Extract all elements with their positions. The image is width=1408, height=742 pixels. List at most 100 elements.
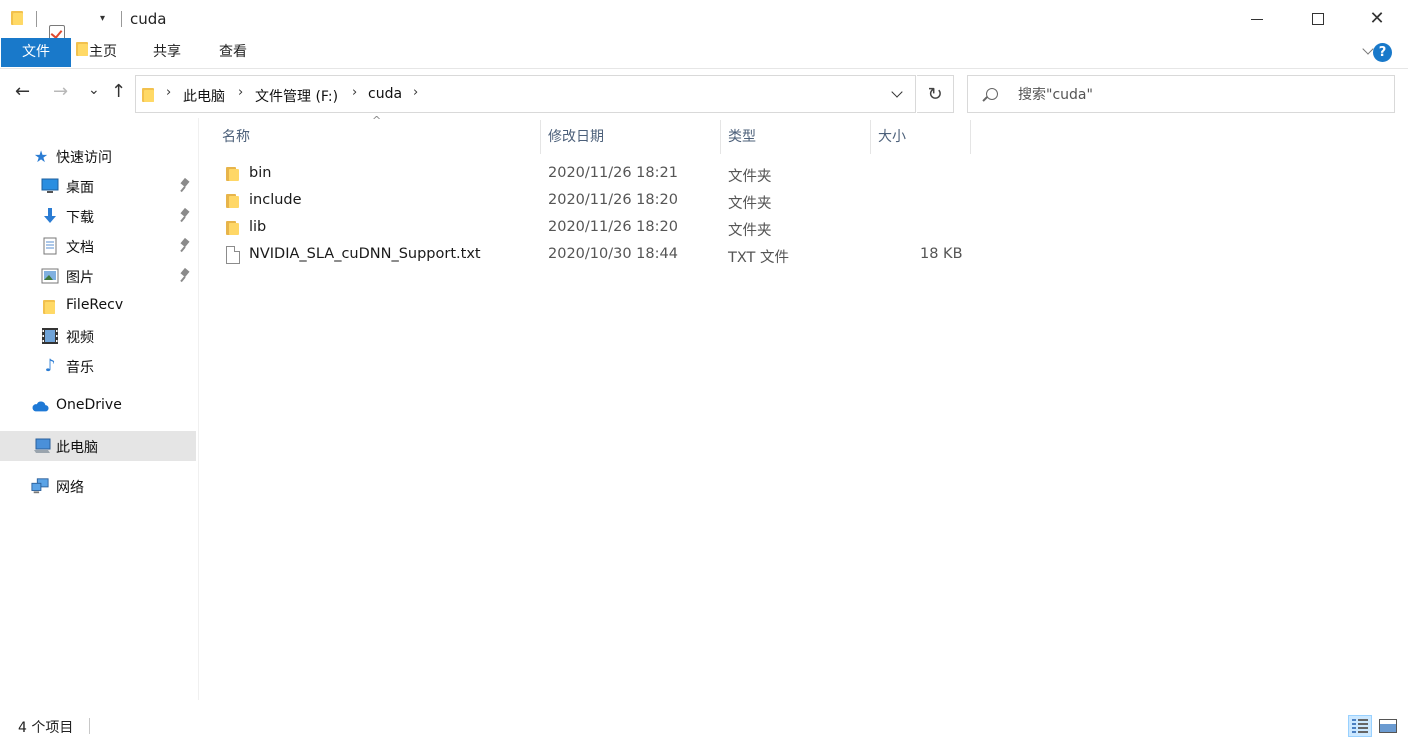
refresh-button[interactable]: ↻ [917,75,954,113]
folder-icon [41,297,59,315]
search-box[interactable] [967,75,1395,113]
minimize-button[interactable] [1234,0,1280,38]
sidebar-item-network[interactable]: 网络 [0,471,196,501]
file-name: NVIDIA_SLA_cuDNN_Support.txt [249,246,481,262]
sidebar-item-label: OneDrive [56,397,122,413]
forward-button[interactable]: → [53,82,68,102]
file-row-bin[interactable]: bin 2020/11/26 18:21 文件夹 [214,161,974,188]
status-divider [89,718,90,734]
document-icon [41,237,59,255]
toolbar-divider [36,11,37,27]
pictures-icon [41,267,59,285]
column-header-label: 大小 [878,129,906,145]
details-view-button[interactable] [1348,715,1372,737]
folder-icon [226,166,242,182]
sidebar-item-label: 此电脑 [56,440,98,456]
folder-icon [226,220,242,236]
back-button[interactable]: ← [15,82,30,102]
sidebar-item-label: 快速访问 [56,150,112,166]
sidebar-item-filerecv[interactable]: FileRecv [0,291,196,321]
navigation-pane: ★ 快速访问 桌面 下载 文档 图片 FileRecv 视频 ♪ 音乐 OneD… [0,140,198,700]
column-resize-handle[interactable] [970,120,971,154]
sidebar-item-desktop[interactable]: 桌面 [0,171,196,201]
column-headers: ^ 名称 修改日期 类型 大小 [214,114,974,154]
file-type: TXT 文件 [728,250,790,266]
file-type: 文件夹 [728,223,772,239]
breadcrumb-cuda[interactable]: cuda [368,86,402,102]
breadcrumb-separator[interactable]: › [166,85,171,100]
breadcrumb-drive-f[interactable]: 文件管理 (F:) [255,86,338,106]
pin-icon[interactable] [180,179,190,193]
tab-share[interactable]: 共享 [141,38,193,67]
breadcrumb-separator[interactable]: › [352,85,357,100]
sidebar-item-onedrive[interactable]: OneDrive [0,391,196,421]
breadcrumb-separator[interactable]: › [413,85,418,100]
computer-icon [33,437,51,455]
recent-locations-dropdown[interactable]: ⌄ [88,80,100,100]
sort-ascending-icon: ^ [372,114,382,127]
column-header-type[interactable]: 类型 [720,118,870,154]
breadcrumb-this-pc[interactable]: 此电脑 [183,86,225,106]
pin-icon[interactable] [180,269,190,283]
column-header-label: 修改日期 [548,129,604,145]
help-icon[interactable]: ? [1373,43,1392,62]
details-view-icon [1352,719,1368,733]
address-history-chevron-icon[interactable] [890,88,904,102]
sidebar-item-documents[interactable]: 文档 [0,231,196,261]
file-row-nvidia-sla-txt[interactable]: NVIDIA_SLA_cuDNN_Support.txt 2020/10/30 … [214,242,974,269]
sidebar-item-label: 文档 [66,240,94,256]
file-size: 18 KB [920,246,963,262]
star-icon: ★ [33,146,49,166]
tab-file[interactable]: 文件 [1,38,71,67]
pin-icon[interactable] [180,209,190,223]
sidebar-item-this-pc[interactable]: 此电脑 [0,431,196,461]
sidebar-item-quick-access[interactable]: ★ 快速访问 [0,141,196,171]
up-button[interactable]: ↑ [111,82,126,102]
breadcrumb-separator[interactable]: › [238,85,243,100]
pane-divider[interactable] [198,118,199,700]
column-header-label: 名称 [222,129,250,145]
navigation-bar: ← → ⌄ ↑ › 此电脑 › 文件管理 (F:) › cuda › ↻ [0,70,1408,118]
column-header-size[interactable]: 大小 [870,118,970,154]
item-count: 4 个项目 [18,720,74,736]
address-bar[interactable]: › 此电脑 › 文件管理 (F:) › cuda › [135,75,916,113]
close-button[interactable]: ✕ [1354,0,1400,38]
column-header-name[interactable]: ^ 名称 [214,114,540,154]
ribbon-tabs: 文件 主页 共享 查看 ? [0,38,1408,69]
file-type: 文件夹 [728,169,772,185]
sidebar-item-label: FileRecv [66,297,124,313]
sidebar-item-pictures[interactable]: 图片 [0,261,196,291]
address-folder-icon [142,87,156,102]
file-row-lib[interactable]: lib 2020/11/26 18:20 文件夹 [214,215,974,242]
column-header-label: 类型 [728,129,756,145]
video-icon [41,327,59,345]
cloud-icon [31,397,49,415]
pin-icon[interactable] [180,239,190,253]
sidebar-item-music[interactable]: ♪ 音乐 [0,351,196,381]
network-icon [31,477,49,495]
customize-quick-access-dropdown[interactable]: ▾ [100,13,105,24]
file-name: bin [249,165,272,181]
refresh-icon: ↻ [927,83,943,105]
large-icons-view-button[interactable] [1376,715,1400,737]
file-name: include [249,192,302,208]
minimize-icon [1251,18,1263,20]
maximize-button[interactable] [1295,0,1341,38]
tab-view[interactable]: 查看 [207,38,259,67]
folder-icon [226,193,242,209]
sidebar-item-label: 音乐 [66,360,94,376]
window-title: cuda [130,10,167,28]
file-modified: 2020/11/26 18:20 [548,192,678,208]
sidebar-item-label: 下载 [66,210,94,226]
file-row-include[interactable]: include 2020/11/26 18:20 文件夹 [214,188,974,215]
sidebar-item-label: 网络 [56,480,84,496]
title-bar: ▾ cuda ✕ [0,0,1408,56]
tab-home[interactable]: 主页 [77,38,129,67]
sidebar-item-downloads[interactable]: 下载 [0,201,196,231]
search-input[interactable] [1018,85,1378,105]
column-header-date-modified[interactable]: 修改日期 [540,118,720,154]
maximize-icon [1312,13,1324,25]
sidebar-item-videos[interactable]: 视频 [0,321,196,351]
music-icon: ♪ [44,356,56,376]
folder-icon[interactable] [11,10,25,25]
